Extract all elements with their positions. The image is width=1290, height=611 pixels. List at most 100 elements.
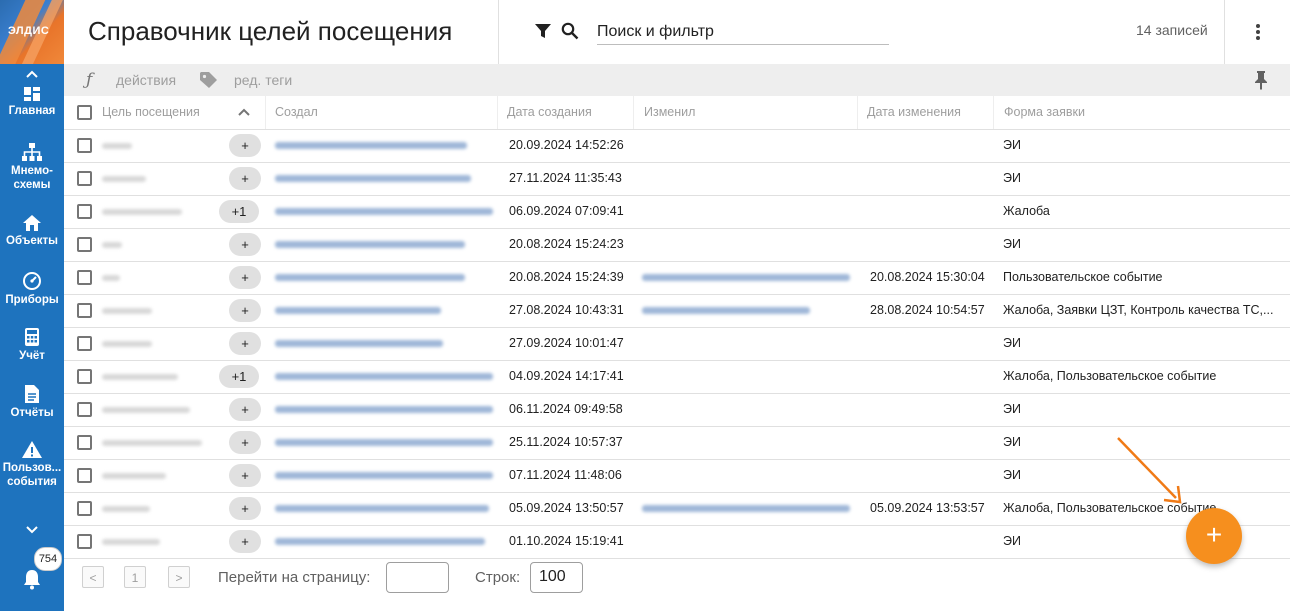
row-checkbox[interactable] — [77, 501, 92, 516]
prev-page-button[interactable]: < — [82, 566, 104, 588]
redacted-visit-purpose — [102, 308, 152, 314]
modified-date: 20.08.2024 15:30:04 — [870, 270, 985, 284]
add-tag-button[interactable]: + — [229, 431, 261, 454]
page-number-button[interactable]: 1 — [124, 566, 146, 588]
chevron-down-icon[interactable] — [0, 523, 64, 538]
sidebar-item-home[interactable]: Главная — [0, 86, 64, 118]
goto-page-input[interactable] — [386, 562, 449, 593]
row-checkbox[interactable] — [77, 171, 92, 186]
add-tag-button[interactable]: + — [229, 299, 261, 322]
logo-text: ЭЛДИС — [8, 25, 50, 37]
row-checkbox[interactable] — [77, 336, 92, 351]
redacted-creator-link[interactable] — [275, 373, 493, 380]
pin-icon[interactable] — [1254, 70, 1268, 90]
sidebar-item-mnemoschemes[interactable]: Мнемо- схемы — [0, 142, 64, 192]
redacted-creator-link[interactable] — [275, 142, 467, 149]
table-row[interactable]: +1 06.09.2024 07:09:41 Жалоба — [64, 195, 1290, 229]
row-checkbox[interactable] — [77, 303, 92, 318]
sidebar-item-label-2: события — [7, 476, 57, 488]
table-header: Цель посещения Создал Дата создания Изме… — [64, 96, 1290, 130]
sidebar-item-reports[interactable]: Отчёты — [0, 384, 64, 420]
table-row[interactable]: +20.08.2024 15:24:23 ЭИ — [64, 228, 1290, 262]
table-row[interactable]: +07.11.2024 11:48:06 ЭИ — [64, 459, 1290, 493]
add-tag-button[interactable]: + — [229, 398, 261, 421]
row-checkbox[interactable] — [77, 237, 92, 252]
edit-tags-button[interactable]: ред. теги — [234, 72, 292, 88]
sidebar-item-user-events[interactable]: Пользов... события — [0, 440, 64, 489]
redacted-visit-purpose — [102, 176, 146, 182]
column-header[interactable]: Изменил — [644, 105, 695, 119]
next-page-button[interactable]: > — [168, 566, 190, 588]
redacted-modifier-link[interactable] — [642, 274, 850, 281]
row-checkbox[interactable] — [77, 468, 92, 483]
column-header[interactable]: Форма заявки — [1004, 105, 1085, 119]
modified-date: 05.09.2024 13:53:57 — [870, 501, 985, 515]
redacted-creator-link[interactable] — [275, 241, 465, 248]
rows-per-page-input[interactable]: 100 — [530, 562, 583, 593]
row-checkbox[interactable] — [77, 204, 92, 219]
row-checkbox[interactable] — [77, 534, 92, 549]
row-checkbox[interactable] — [77, 402, 92, 417]
table-row[interactable]: +06.11.2024 09:49:58 ЭИ — [64, 393, 1290, 427]
chevron-up-icon[interactable] — [0, 67, 64, 82]
sitemap-icon — [22, 143, 42, 161]
column-header[interactable]: Цель посещения — [102, 105, 200, 119]
add-tag-button[interactable]: + — [229, 233, 261, 256]
row-checkbox[interactable] — [77, 138, 92, 153]
add-tag-button[interactable]: +1 — [219, 200, 259, 223]
add-tag-button[interactable]: +1 — [219, 365, 259, 388]
more-vertical-icon[interactable] — [1251, 22, 1265, 42]
table-row[interactable]: +27.09.2024 10:01:47 ЭИ — [64, 327, 1290, 361]
table-row[interactable]: +05.09.2024 13:50:57 05.09.2024 13:53:57 Ж… — [64, 492, 1290, 526]
redacted-creator-link[interactable] — [275, 175, 471, 182]
add-tag-button[interactable]: + — [229, 530, 261, 553]
row-checkbox[interactable] — [77, 270, 92, 285]
redacted-creator-link[interactable] — [275, 472, 493, 479]
sort-asc-icon[interactable] — [237, 107, 251, 117]
add-tag-button[interactable]: + — [229, 266, 261, 289]
tag-icon[interactable] — [199, 71, 219, 89]
redacted-creator-link[interactable] — [275, 208, 493, 215]
search-icon[interactable] — [561, 22, 579, 40]
sidebar-item-objects[interactable]: Объекты — [0, 214, 64, 248]
table-row[interactable]: +20.08.2024 15:24:39 20.08.2024 15:30:04 П… — [64, 261, 1290, 295]
table-row[interactable]: +01.10.2024 15:19:41 ЭИ — [64, 525, 1290, 559]
add-tag-button[interactable]: + — [229, 464, 261, 487]
add-button[interactable]: + — [1186, 508, 1242, 564]
add-tag-button[interactable]: + — [229, 332, 261, 355]
actions-button[interactable]: действия — [116, 72, 176, 88]
sidebar: ЭЛДИС Главная Мнемо- схемы Объекты Прибо… — [0, 0, 64, 611]
column-header[interactable]: Дата изменения — [867, 105, 961, 119]
function-icon[interactable]: ƒ — [86, 70, 92, 90]
table-row[interactable]: +1 04.09.2024 14:17:41 Жалоба, Пользовател… — [64, 360, 1290, 394]
add-tag-button[interactable]: + — [229, 167, 261, 190]
redacted-creator-link[interactable] — [275, 439, 493, 446]
sidebar-item-devices[interactable]: Приборы — [0, 271, 64, 307]
table-row[interactable]: +27.11.2024 11:35:43 ЭИ — [64, 162, 1290, 196]
redacted-creator-link[interactable] — [275, 538, 485, 545]
column-header[interactable]: Дата создания — [507, 105, 592, 119]
table-row[interactable]: +25.11.2024 10:57:37 ЭИ — [64, 426, 1290, 460]
redacted-creator-link[interactable] — [275, 307, 441, 314]
table-row[interactable]: +20.09.2024 14:52:26 ЭИ — [64, 129, 1290, 163]
request-form: ЭИ — [1003, 534, 1021, 548]
redacted-modifier-link[interactable] — [642, 505, 850, 512]
bell-icon[interactable] — [22, 568, 42, 590]
row-checkbox[interactable] — [77, 369, 92, 384]
redacted-visit-purpose — [102, 242, 122, 248]
redacted-creator-link[interactable] — [275, 505, 489, 512]
redacted-creator-link[interactable] — [275, 274, 465, 281]
select-all-checkbox[interactable] — [77, 105, 92, 120]
eldis-logo[interactable]: ЭЛДИС — [0, 0, 64, 64]
table-row[interactable]: +27.08.2024 10:43:31 28.08.2024 10:54:57 Ж… — [64, 294, 1290, 328]
add-tag-button[interactable]: + — [229, 497, 261, 520]
redacted-creator-link[interactable] — [275, 406, 493, 413]
sidebar-item-accounting[interactable]: Учёт — [0, 327, 64, 363]
row-checkbox[interactable] — [77, 435, 92, 450]
add-tag-button[interactable]: + — [229, 134, 261, 157]
filter-icon[interactable] — [534, 22, 552, 40]
search-input[interactable] — [597, 20, 889, 45]
redacted-modifier-link[interactable] — [642, 307, 810, 314]
redacted-creator-link[interactable] — [275, 340, 443, 347]
column-header[interactable]: Создал — [275, 105, 318, 119]
